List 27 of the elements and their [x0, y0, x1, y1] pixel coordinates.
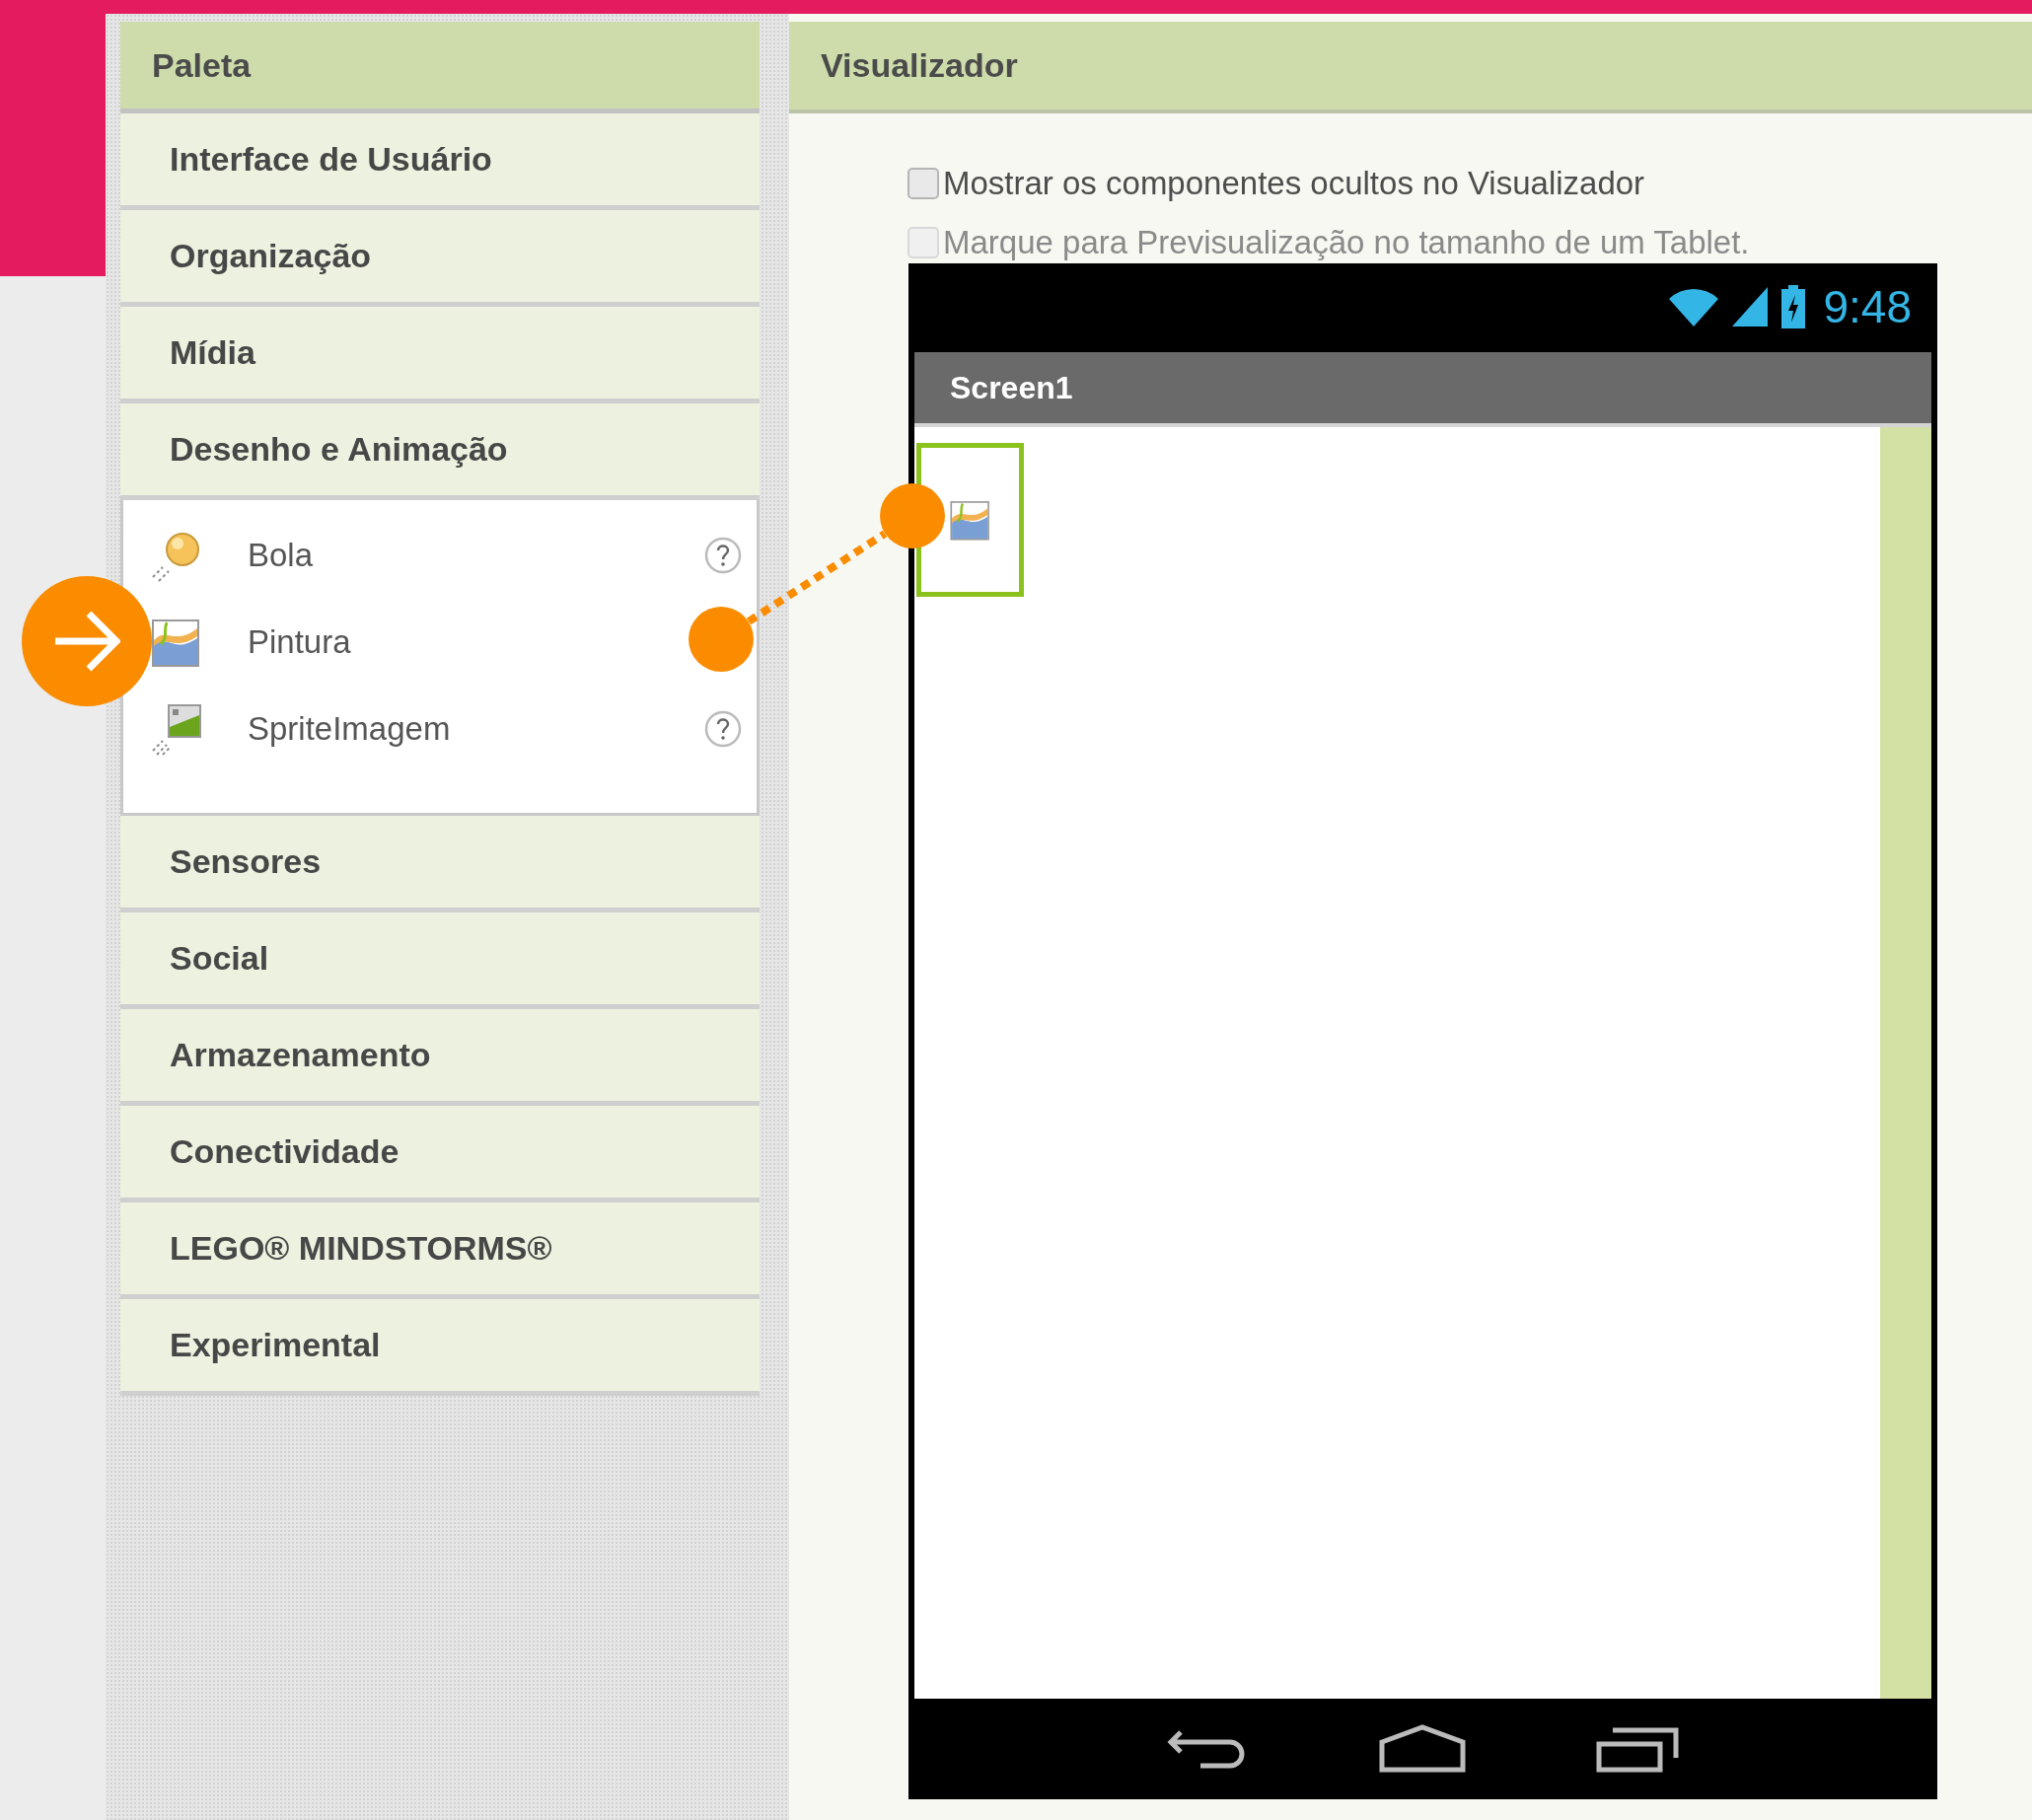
screen-title: Screen1: [914, 352, 1931, 427]
checkbox-label: Mostrar os componentes ocultos no Visualizador: [943, 165, 1645, 202]
battery-icon: [1781, 284, 1806, 328]
component-label[interactable]: SpriteImagem: [248, 710, 451, 748]
palette-category[interactable]: Interface de Usuário: [120, 113, 760, 210]
palette-category[interactable]: Armazenamento: [120, 1009, 760, 1106]
signal-icon: [1732, 286, 1769, 327]
arrow-right-icon: [53, 611, 120, 672]
component-label[interactable]: Bola: [248, 537, 314, 574]
palette-category[interactable]: Mídia: [120, 307, 760, 403]
clock-time: 9:48: [1823, 279, 1912, 333]
palette-title: Paleta: [120, 22, 760, 113]
home-icon[interactable]: [1377, 1724, 1467, 1774]
help-icon[interactable]: [703, 709, 743, 749]
help-icon[interactable]: [703, 536, 743, 575]
checkbox-label: Marque para Previsualização no tamanho de um Tablet.: [943, 224, 1750, 261]
palette-category[interactable]: Experimental: [120, 1299, 760, 1396]
palette-category[interactable]: Desenho e Animação: [120, 403, 760, 500]
palette-category[interactable]: Conectividade: [120, 1106, 760, 1202]
wifi-icon: [1669, 286, 1719, 327]
palette-category[interactable]: Organização: [120, 210, 760, 307]
component-label[interactable]: Pintura: [248, 623, 351, 661]
checkbox[interactable]: [907, 168, 939, 199]
palette-category[interactable]: Sensores: [120, 816, 760, 912]
palette-category[interactable]: Social: [120, 912, 760, 1009]
viewer-title: Visualizador: [789, 22, 2032, 113]
palette-category[interactable]: LEGO® MINDSTORMS®: [120, 1202, 760, 1299]
